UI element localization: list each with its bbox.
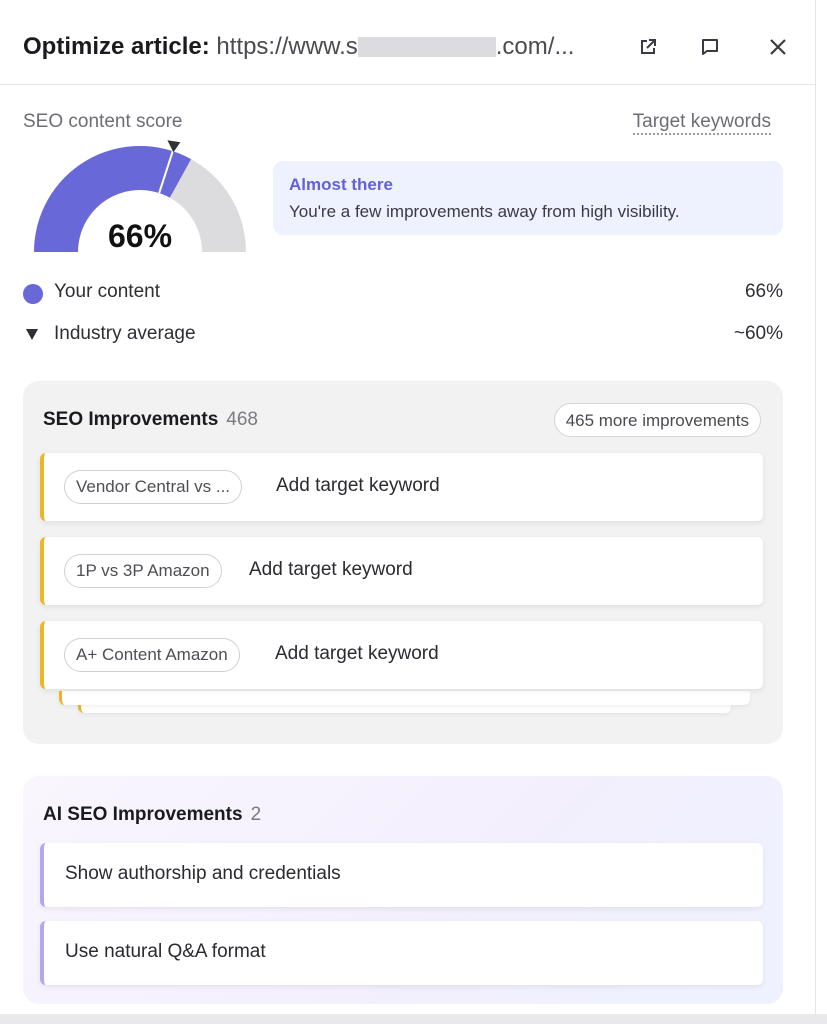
legend-label: Your content: [54, 281, 160, 302]
legend-value: ~60%: [733, 323, 783, 344]
ai-seo-improvements-section: AI SEO Improvements 2 Show authorship and…: [23, 776, 783, 1004]
ai-seo-improvements-heading: AI SEO Improvements 2: [43, 804, 261, 826]
improvement-card[interactable]: A+ Content Amazon Add target keyword: [40, 621, 763, 689]
section-title: SEO Improvements: [43, 409, 219, 430]
seo-improvements-section: SEO Improvements 468 465 more improvement…: [23, 381, 783, 744]
external-link-icon[interactable]: [635, 34, 661, 60]
seo-improvements-heading: SEO Improvements 468: [43, 409, 258, 431]
seo-score-label: SEO content score: [23, 111, 183, 132]
keyword-chip: 1P vs 3P Amazon: [64, 554, 222, 588]
score-value: 66%: [107, 218, 173, 254]
ai-improvement-card[interactable]: Use natural Q&A format: [40, 921, 763, 985]
section-title: AI SEO Improvements: [43, 804, 243, 825]
comment-icon[interactable]: [697, 34, 723, 60]
section-count: 468: [226, 409, 258, 430]
more-improvements-button[interactable]: 465 more improvements: [553, 403, 761, 437]
legend-label: Industry average: [54, 323, 196, 344]
improvement-card[interactable]: 1P vs 3P Amazon Add target keyword: [40, 537, 763, 605]
improvement-card[interactable]: Vendor Central vs ... Add target keyword: [40, 453, 763, 521]
legend-your-content: Your content 66%: [23, 281, 783, 307]
status-title: Almost there: [289, 175, 393, 194]
target-keywords-link[interactable]: Target keywords: [632, 111, 771, 135]
improvement-action: Add target keyword: [276, 475, 440, 496]
status-description: You're a few improvements away from high…: [289, 202, 680, 221]
keyword-chip: A+ Content Amazon: [64, 638, 240, 672]
ai-improvement-card[interactable]: Show authorship and credentials: [40, 843, 763, 907]
your-content-dot-icon: [23, 284, 43, 304]
status-callout: Almost there You're a few improvements a…: [273, 161, 783, 235]
url-suffix: .com/...: [495, 33, 575, 60]
close-icon[interactable]: [765, 34, 791, 60]
legend-value: 66%: [744, 281, 783, 302]
ai-improvement-text: Use natural Q&A format: [65, 941, 266, 962]
article-url: https://www.s .com/...: [216, 33, 574, 60]
panel-header: Optimize article: https://www.s .com/...: [0, 0, 815, 85]
title-label: Optimize article:: [23, 33, 210, 60]
keyword-chip: Vendor Central vs ...: [64, 470, 243, 504]
improvement-action: Add target keyword: [249, 559, 413, 580]
stacked-card-shadow: [59, 691, 750, 705]
section-count: 2: [250, 804, 262, 825]
bottom-scroll-bar: [0, 1014, 827, 1024]
ai-improvement-text: Show authorship and credentials: [65, 863, 341, 884]
redacted-domain: [357, 37, 496, 57]
optimize-article-panel: Optimize article: https://www.s .com/... …: [0, 0, 816, 1014]
panel-title: Optimize article: https://www.s .com/...: [23, 32, 574, 62]
legend-industry-average: Industry average ~60%: [23, 323, 783, 349]
industry-marker-icon: [26, 329, 38, 340]
improvement-action: Add target keyword: [275, 643, 439, 664]
url-prefix: https://www.s: [216, 33, 358, 60]
